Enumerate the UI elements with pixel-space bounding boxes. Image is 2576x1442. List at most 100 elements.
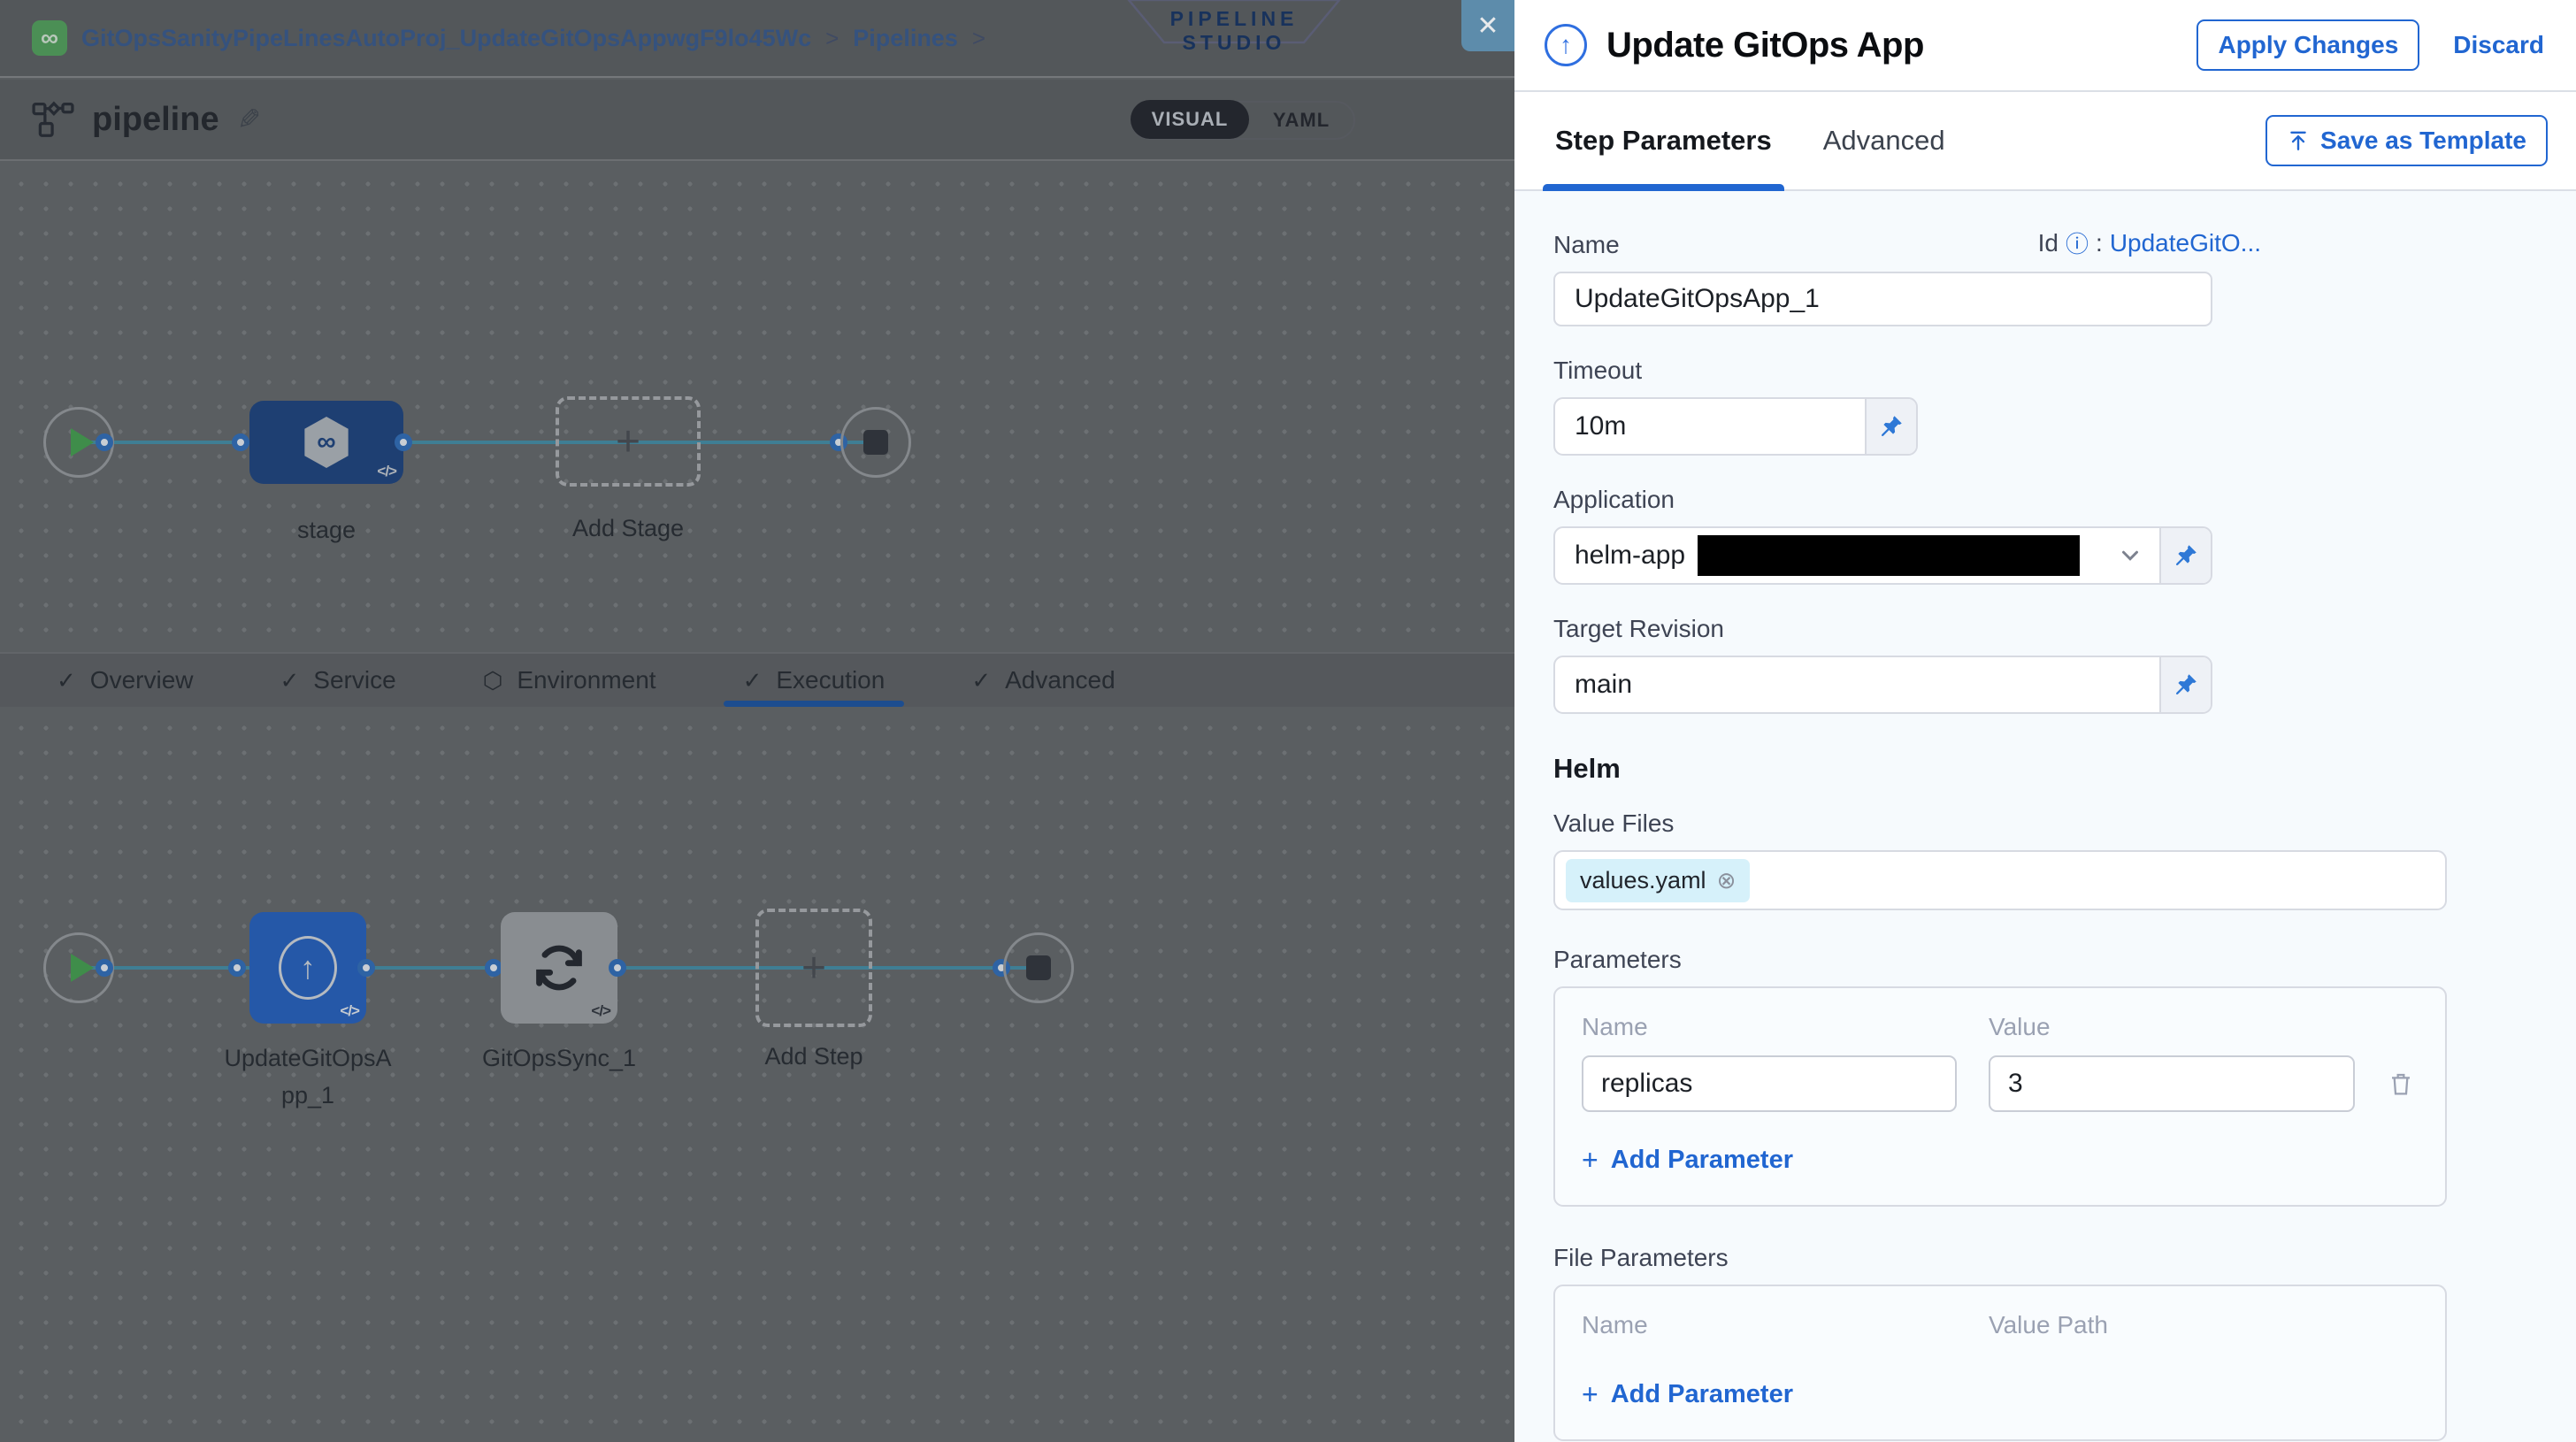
apply-changes-button[interactable]: Apply Changes [2196,19,2419,71]
stage-node-label: stage [297,517,356,544]
tab-execution[interactable]: ✓Execution [743,654,886,707]
target-revision-field [1553,656,2212,714]
id-value[interactable]: UpdateGitO... [2110,229,2261,257]
connector-port [485,959,502,977]
upload-icon [2287,129,2310,152]
connector-port [96,959,113,977]
project-icon: ∞ [32,20,67,56]
code-badge-icon: </> [340,1002,359,1020]
info-icon[interactable]: ⓘ [2066,226,2089,259]
panel-title: Update GitOps App [1606,26,1924,65]
parameters-name-header: Name [1582,1013,1989,1041]
breadcrumb: ∞ GitOpsSanityPipeLinesAutoProj_UpdateGi… [32,20,985,56]
id-separator: : [2096,229,2103,257]
close-panel-button[interactable]: ✕ [1461,0,1514,51]
code-badge-icon: </> [591,1002,610,1020]
visual-yaml-toggle: VISUAL YAML [1131,101,1355,140]
target-revision-label: Target Revision [1553,615,2537,643]
toggle-visual[interactable]: VISUAL [1131,100,1249,139]
plus-icon: + [1582,1144,1598,1177]
pin-fixed-value-button[interactable] [1865,399,1916,454]
value-files-input[interactable]: values.yaml ⊗ [1553,850,2447,910]
edit-pencil-icon[interactable]: ✎ [237,103,261,136]
redacted-value [1698,535,2080,576]
parameter-name-input[interactable] [1582,1055,1957,1112]
stop-icon [1026,955,1051,980]
gitops-hexagon-icon: ∞ [301,414,352,471]
environment-icon: ⬡ [483,667,503,694]
check-icon: ✓ [743,667,763,694]
pipeline-title: pipeline [92,101,219,139]
pushpin-icon [2173,542,2199,569]
add-file-parameter-button[interactable]: + Add Parameter [1582,1378,2419,1411]
tab-overview[interactable]: ✓Overview [57,654,194,707]
execution-canvas: ↑ </> </> + UpdateGitOpsA pp_1 GitOpsS [0,707,1514,1442]
up-arrow-circle-icon: ↑ [279,936,337,1000]
connector-port [609,959,626,977]
stage-node[interactable]: ∞ </> [249,401,403,484]
tab-advanced[interactable]: ✓Advanced [971,654,1115,707]
add-step-label: Add Step [764,1043,862,1070]
add-parameter-button[interactable]: + Add Parameter [1582,1144,2419,1177]
file-parameters-label: File Parameters [1553,1244,2537,1272]
connector-port [96,433,113,451]
stage-canvas: ∞ </> + stage Add Stage [0,163,1514,650]
toggle-yaml[interactable]: YAML [1249,109,1353,132]
parameters-label: Parameters [1553,946,2537,974]
panel-header: ↑ Update GitOps App Apply Changes Discar… [1514,0,2576,92]
step-node-label: UpdateGitOpsA [224,1045,391,1072]
add-stage-label: Add Stage [572,515,684,542]
file-parameters-value-path-header: Value Path [1989,1311,2108,1339]
step-node-label: pp_1 [281,1082,334,1109]
discard-button[interactable]: Discard [2453,31,2544,59]
application-field: helm-app [1553,526,2212,585]
tab-environment[interactable]: ⬡Environment [483,654,656,707]
pushpin-icon [1878,413,1905,440]
parameters-card: Name Value + Add Parameter [1553,986,2447,1207]
step-id-line: Id ⓘ : UpdateGitO... [2038,226,2261,259]
stage-tabs: ✓Overview ✓Service ⬡Environment ✓Executi… [0,652,1514,707]
pipeline-studio-label: PIPELINE STUDIO [1125,7,1343,55]
tab-service[interactable]: ✓Service [280,654,396,707]
target-revision-input[interactable] [1555,657,2159,712]
chevron-right-icon: > [972,25,985,52]
pin-fixed-value-button[interactable] [2159,528,2211,583]
name-input[interactable] [1553,272,2212,326]
remove-chip-icon[interactable]: ⊗ [1717,867,1736,894]
add-step-button[interactable]: + [755,909,872,1027]
application-value: helm-app [1575,541,1685,571]
helm-section-heading: Helm [1553,753,2537,785]
add-stage-button[interactable]: + [556,396,701,487]
timeout-input[interactable] [1555,399,1865,454]
pipeline-studio-screen: ∞ GitOpsSanityPipeLinesAutoProj_UpdateGi… [0,0,2576,1442]
pipeline-end-node [840,407,911,478]
tab-step-parameters[interactable]: Step Parameters [1555,92,1772,189]
connector-port [395,433,412,451]
check-icon: ✓ [280,667,300,694]
application-label: Application [1553,486,2537,514]
parameter-value-input[interactable] [1989,1055,2355,1112]
breadcrumb-project-link[interactable]: GitOpsSanityPipeLinesAutoProj_UpdateGitO… [81,25,811,52]
plus-icon: + [616,418,640,466]
parameters-value-header: Value [1989,1013,2051,1041]
tab-advanced[interactable]: Advanced [1823,92,1945,189]
close-icon: ✕ [1476,11,1499,42]
stop-icon [863,430,888,455]
pin-fixed-value-button[interactable] [2159,657,2211,712]
panel-tab-bar: Step Parameters Advanced Save as Templat… [1514,92,2576,191]
application-select[interactable]: helm-app [1555,528,2159,583]
plus-icon: + [801,944,826,993]
gitops-sync-step-node[interactable]: </> [501,912,617,1024]
breadcrumb-pipelines-link[interactable]: Pipelines [853,25,958,52]
execution-end-node [1003,932,1074,1003]
code-badge-icon: </> [377,463,396,480]
pipeline-studio-badge: PIPELINE STUDIO [1125,0,1343,44]
name-label: Name [1553,231,1620,259]
save-as-template-button[interactable]: Save as Template [2266,115,2548,166]
connector-port [232,433,249,451]
check-icon: ✓ [57,667,76,694]
trash-icon[interactable] [2387,1070,2415,1098]
stage-connector-line [80,441,876,444]
update-gitops-app-step-node[interactable]: ↑ </> [249,912,366,1024]
value-files-label: Value Files [1553,809,2537,838]
